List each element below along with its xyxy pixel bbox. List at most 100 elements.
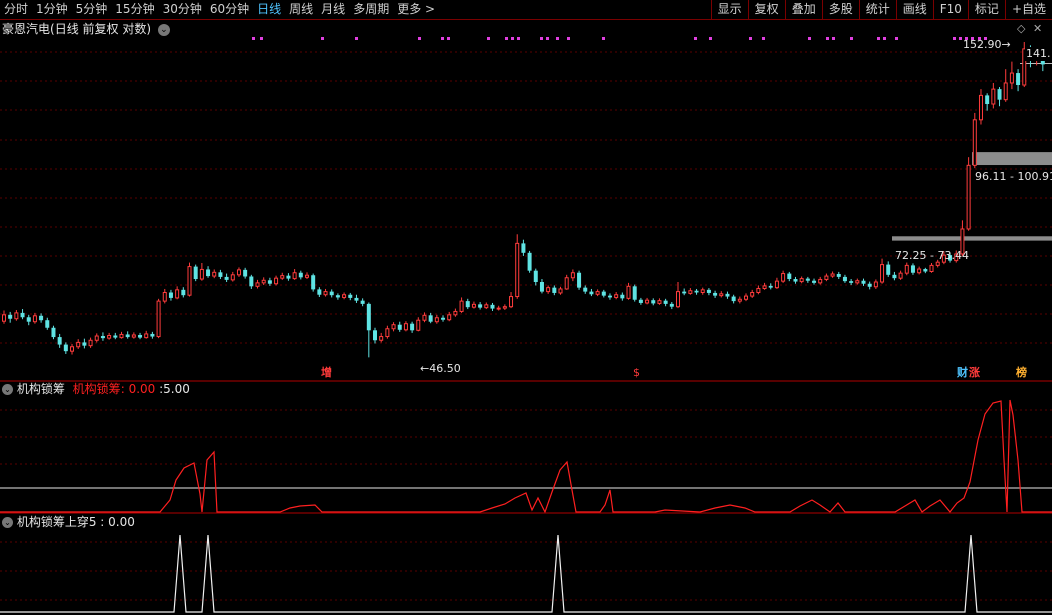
signal-dot xyxy=(832,37,835,40)
candle-body xyxy=(855,280,860,284)
candle-body xyxy=(997,89,1002,100)
candle-body xyxy=(966,164,971,230)
arrow-left-icon: ← xyxy=(420,362,430,375)
candle-body xyxy=(836,273,841,277)
event-marker-dollar[interactable]: $ xyxy=(633,366,640,380)
candle-body xyxy=(373,330,378,341)
candle-body xyxy=(8,314,13,319)
candle-body xyxy=(719,293,724,297)
signal-dot xyxy=(540,37,543,40)
candle-body xyxy=(342,294,347,298)
arrow-right-icon: → xyxy=(1001,38,1011,51)
candle-body xyxy=(131,334,136,338)
candle-body xyxy=(892,274,897,279)
candle-body xyxy=(867,283,872,287)
event-marker-zeng[interactable]: 增 xyxy=(321,366,332,380)
candle-body xyxy=(669,303,674,307)
candle-body xyxy=(366,303,371,331)
candle-body xyxy=(45,320,50,328)
candle-body xyxy=(750,291,755,297)
candle-body xyxy=(799,278,804,283)
candle-body xyxy=(886,264,891,275)
signal-dot xyxy=(567,37,570,40)
signal-dot xyxy=(709,37,712,40)
panel1-legend-name: 机构锁筹 xyxy=(72,382,121,396)
panel1-line xyxy=(0,399,1052,514)
signal-dot xyxy=(546,37,549,40)
candle-body xyxy=(589,291,594,295)
signal-dot xyxy=(850,37,853,40)
candle-body xyxy=(286,275,291,279)
candle-body xyxy=(824,275,829,280)
candle-body xyxy=(515,242,520,298)
candle-body xyxy=(787,273,792,280)
candle-body xyxy=(527,252,532,271)
candle-body xyxy=(768,285,773,288)
candle-body xyxy=(657,300,662,304)
signal-dot xyxy=(694,37,697,40)
candle-body xyxy=(1016,73,1021,86)
candle-body xyxy=(805,278,810,281)
candle-body xyxy=(713,292,718,296)
signal-dot xyxy=(883,37,886,40)
candle-body xyxy=(434,317,439,323)
candle-body xyxy=(224,276,229,280)
candle-body xyxy=(830,273,835,277)
candle-body xyxy=(218,272,223,277)
zone-low-label: 72.25 - 73.44 xyxy=(895,249,969,262)
low-price-label: ←46.50 xyxy=(420,362,461,375)
candle-body xyxy=(502,306,507,309)
candle-body xyxy=(14,312,19,320)
candle-body xyxy=(156,300,161,338)
candle-body xyxy=(607,295,612,298)
candle-body xyxy=(725,293,730,297)
signal-dot xyxy=(517,37,520,40)
candle-body xyxy=(564,277,569,290)
candle-body xyxy=(620,294,625,299)
candle-body xyxy=(484,304,489,309)
candle-body xyxy=(490,304,495,309)
chevron-down-icon[interactable]: ⌄ xyxy=(2,384,13,395)
candle-body xyxy=(756,288,761,293)
candle-body xyxy=(360,300,365,304)
candle-body xyxy=(614,294,619,298)
signal-dot xyxy=(418,37,421,40)
candle-body xyxy=(51,327,56,338)
candle-body xyxy=(403,323,408,331)
candle-body xyxy=(348,294,353,298)
candle-body xyxy=(236,269,241,276)
signal-dot xyxy=(826,37,829,40)
candle-body xyxy=(298,272,303,278)
candle-body xyxy=(521,243,526,253)
candle-body xyxy=(552,287,557,293)
candle-body xyxy=(243,269,248,277)
candle-body xyxy=(26,317,31,322)
chevron-down-icon[interactable]: ⌄ xyxy=(2,517,13,528)
signal-dot xyxy=(602,37,605,40)
event-marker-zhang[interactable]: 涨 xyxy=(969,366,980,380)
candle-body xyxy=(539,282,544,292)
candle-body xyxy=(317,289,322,295)
candle-body xyxy=(663,300,668,304)
candle-body xyxy=(744,295,749,300)
candle-body xyxy=(113,335,118,338)
candle-body xyxy=(88,339,93,347)
candle-body xyxy=(991,88,996,105)
event-marker-bang[interactable]: 榜 xyxy=(1016,366,1027,380)
candle-body xyxy=(904,264,909,274)
zone-band-high xyxy=(972,152,1052,166)
candle-body xyxy=(1003,82,1008,101)
candle-body xyxy=(212,271,217,277)
close-icon[interactable]: ✕ xyxy=(1033,22,1042,36)
candle-body xyxy=(929,264,934,272)
candle-body xyxy=(626,285,631,299)
diamond-icon[interactable]: ◇ xyxy=(1017,22,1025,36)
chart-area[interactable] xyxy=(0,0,1052,615)
candle-body xyxy=(63,344,68,352)
signal-dot xyxy=(260,37,263,40)
right-price-label: 141. xyxy=(1025,47,1052,61)
candle-body xyxy=(82,342,87,346)
candle-body xyxy=(570,272,575,279)
candle-body xyxy=(496,307,501,310)
event-marker-cai[interactable]: 财 xyxy=(957,366,968,380)
